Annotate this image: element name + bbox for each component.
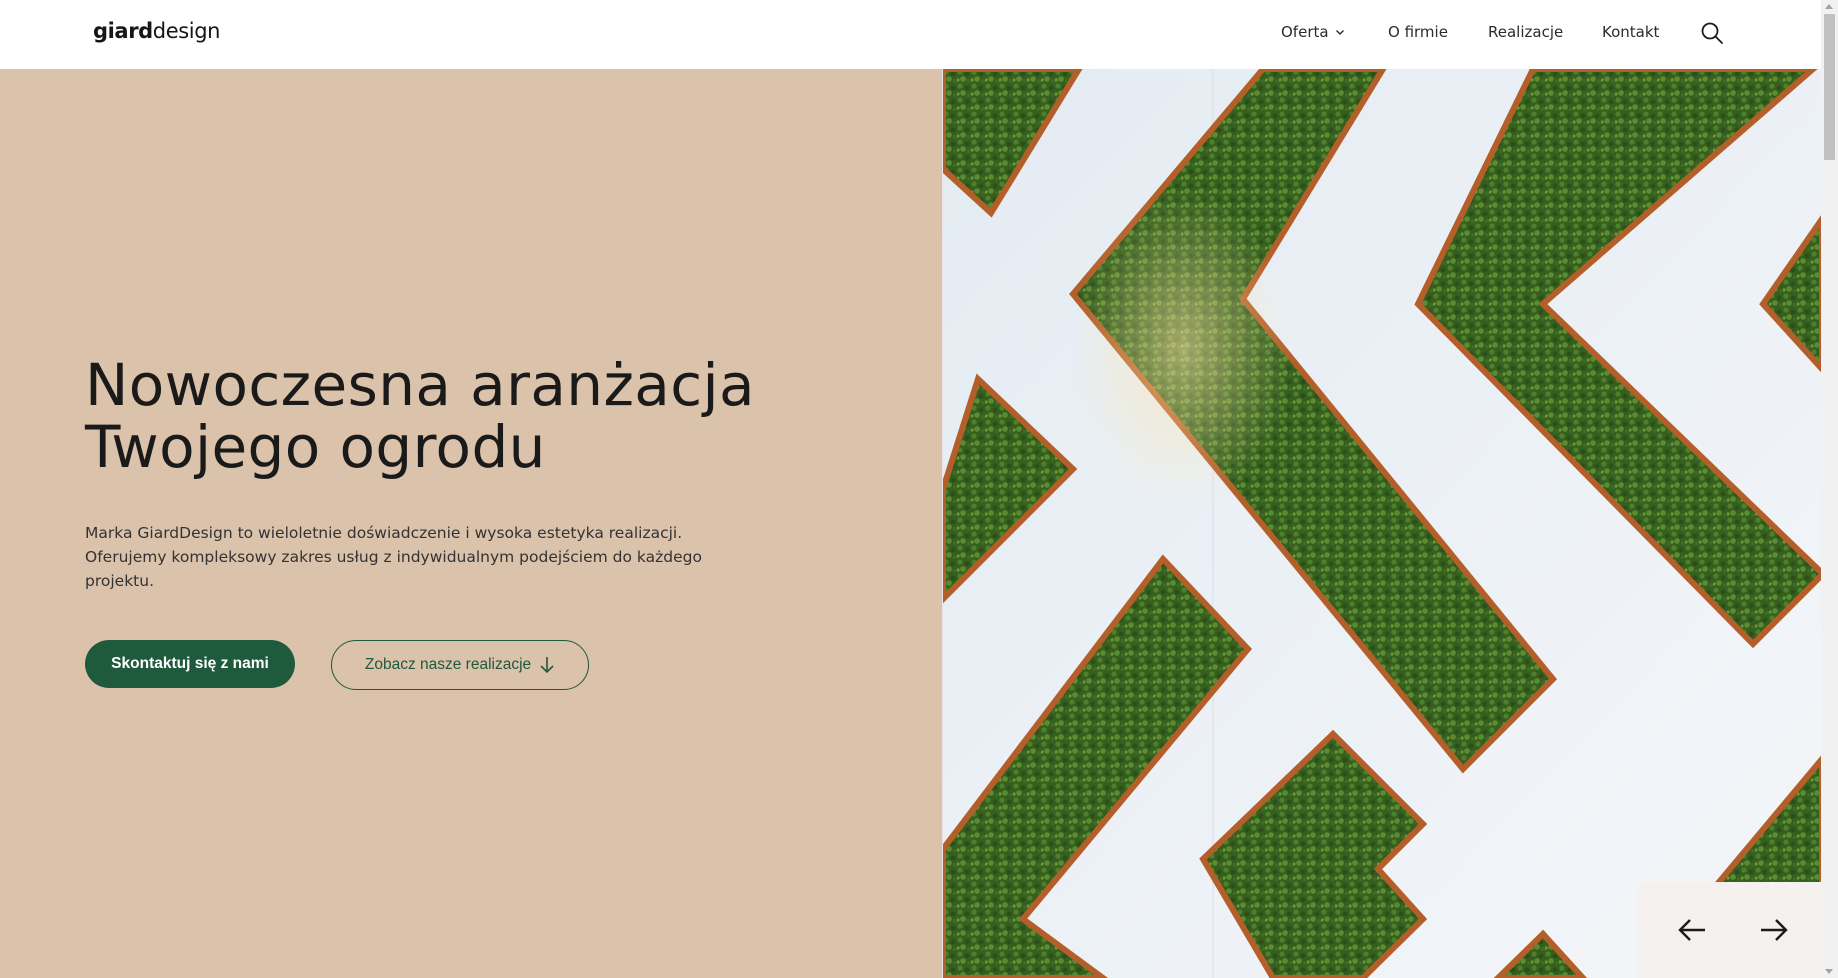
- scrollbar-thumb[interactable]: [1824, 14, 1835, 160]
- nav-item-realizacje[interactable]: Realizacje: [1488, 23, 1563, 41]
- slider-controls: [1638, 882, 1821, 978]
- site-header: giarddesign Oferta O firmie Realizacje K…: [0, 0, 1821, 69]
- slider-next-button[interactable]: [1758, 914, 1790, 946]
- search-icon: [1701, 22, 1723, 44]
- scroll-up-arrow-icon[interactable]: [1825, 4, 1833, 9]
- arrow-left-icon: [1678, 919, 1705, 941]
- page-scrollbar[interactable]: [1821, 0, 1838, 978]
- logo-bold-text: giard: [93, 19, 153, 43]
- hero-description: Marka GiardDesign to wieloletnie doświad…: [85, 524, 702, 590]
- see-projects-label: Zobacz nasze realizacje: [364, 656, 532, 673]
- search-button[interactable]: [1700, 21, 1724, 45]
- see-projects-button[interactable]: Zobacz nasze realizacje: [331, 640, 589, 690]
- nav-item-o-firmie[interactable]: O firmie: [1388, 23, 1448, 41]
- arrow-down-icon: [540, 657, 554, 674]
- green-wall-illustration: [943, 69, 1821, 978]
- hero-image-green-wall: [942, 69, 1821, 978]
- hero-title-line-2: Twojego ogrodu: [85, 413, 546, 481]
- nav-item-label: Oferta: [1281, 23, 1329, 41]
- arrow-right-icon: [1761, 919, 1788, 941]
- contact-us-button[interactable]: Skontaktuj się z nami: [85, 640, 295, 688]
- nav-item-kontakt[interactable]: Kontakt: [1602, 23, 1659, 41]
- slider-prev-button[interactable]: [1676, 914, 1708, 946]
- chevron-down-icon: [1335, 30, 1344, 35]
- hero-title: Nowoczesna aranżacja Twojego ogrodu: [85, 354, 925, 478]
- brand-logo[interactable]: giarddesign: [93, 19, 220, 43]
- logo-light-text: design: [152, 19, 221, 43]
- hero-title-line-1: Nowoczesna aranżacja: [85, 351, 755, 419]
- scroll-down-arrow-icon[interactable]: [1825, 969, 1833, 974]
- nav-item-oferta[interactable]: Oferta: [1281, 23, 1345, 41]
- hero-section: Nowoczesna aranżacja Twojego ogrodu Mark…: [0, 69, 942, 978]
